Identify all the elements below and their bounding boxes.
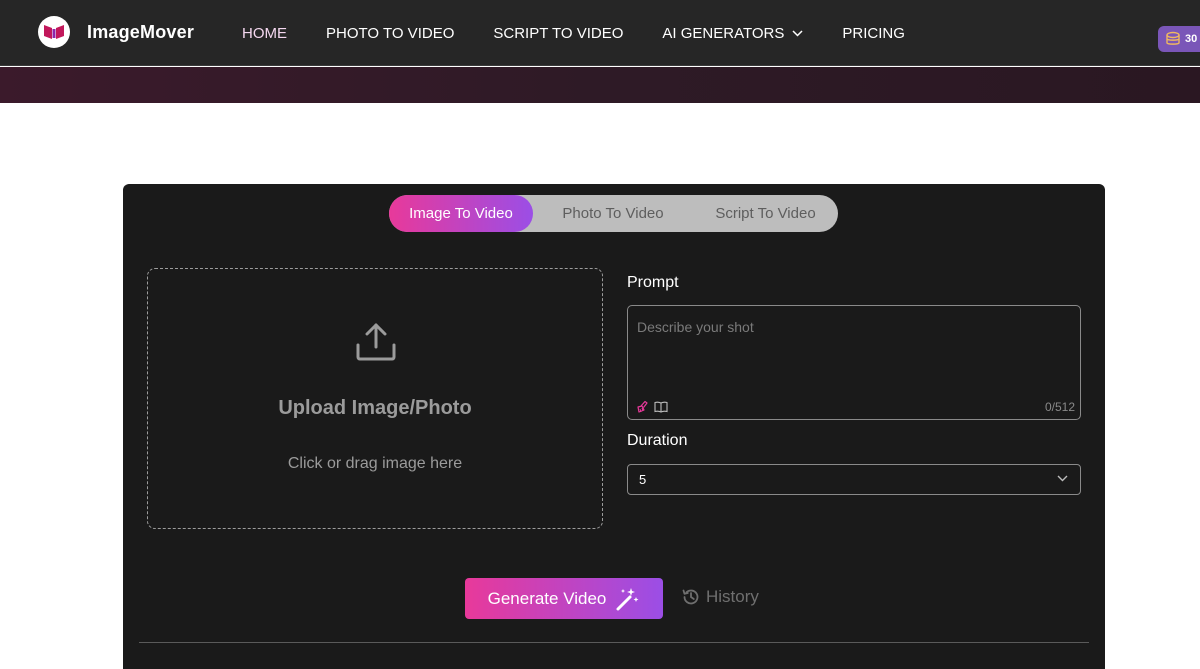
duration-label: Duration [627, 432, 688, 449]
nav-script-to-video-label: SCRIPT TO VIDEO [493, 24, 624, 42]
magic-brush-icon[interactable] [636, 400, 649, 413]
generate-video-label: Generate Video [487, 588, 607, 608]
prompt-input[interactable] [628, 306, 1080, 394]
duration-select[interactable]: 5 [627, 464, 1081, 495]
upload-icon [355, 320, 397, 367]
logo-icon [38, 16, 70, 48]
tab-script-to-video[interactable]: Script To Video [693, 195, 838, 232]
credits-badge[interactable]: 30 [1158, 26, 1200, 52]
upload-title: Upload Image/Photo [278, 397, 472, 419]
tab-photo-to-video[interactable]: Photo To Video [533, 195, 693, 232]
brand-logo[interactable]: ImageMover [38, 16, 194, 48]
brand-name: ImageMover [87, 21, 195, 42]
duration-value: 5 [639, 472, 647, 487]
upload-subtitle: Click or drag image here [287, 455, 463, 472]
nav-home-label: HOME [242, 24, 287, 42]
main-nav: HOME PHOTO TO VIDEO SCRIPT TO VIDEO AI G… [242, 0, 944, 66]
chevron-down-icon [792, 29, 803, 37]
nav-home[interactable]: HOME [242, 25, 287, 42]
prompt-char-counter: 0/512 [1044, 400, 1075, 414]
generator-card: Image To Video Photo To Video Script To … [123, 184, 1105, 669]
upload-dropzone[interactable]: Upload Image/Photo Click or drag image h… [147, 268, 603, 529]
coins-icon [1165, 31, 1181, 47]
nav-photo-to-video[interactable]: PHOTO TO VIDEO [326, 25, 454, 42]
prompt-box: 0/512 [627, 305, 1081, 420]
history-label: History [706, 587, 759, 606]
mode-tabs: Image To Video Photo To Video Script To … [389, 195, 838, 232]
credits-count: 30 [1185, 33, 1198, 45]
history-link[interactable]: History [681, 587, 759, 607]
history-icon [681, 587, 701, 607]
nav-ai-generators-label: AI GENERATORS [662, 24, 785, 42]
generate-video-button[interactable]: Generate Video [465, 578, 663, 619]
nav-pricing[interactable]: PRICING [842, 25, 905, 42]
magic-wand-icon [614, 586, 640, 612]
nav-pricing-label: PRICING [842, 24, 905, 42]
prompt-tools [636, 400, 673, 413]
prompt-label: Prompt [627, 274, 679, 291]
nav-ai-generators[interactable]: AI GENERATORS [662, 25, 803, 42]
nav-script-to-video[interactable]: SCRIPT TO VIDEO [493, 25, 623, 42]
nav-photo-to-video-label: PHOTO TO VIDEO [326, 24, 455, 42]
section-divider [139, 642, 1089, 643]
chevron-down-icon [1057, 475, 1068, 482]
top-navigation-bar: ImageMover HOME PHOTO TO VIDEO SCRIPT TO… [0, 0, 1200, 66]
tab-image-to-video[interactable]: Image To Video [389, 195, 533, 232]
book-icon[interactable] [654, 401, 668, 413]
promo-banner [0, 67, 1200, 103]
